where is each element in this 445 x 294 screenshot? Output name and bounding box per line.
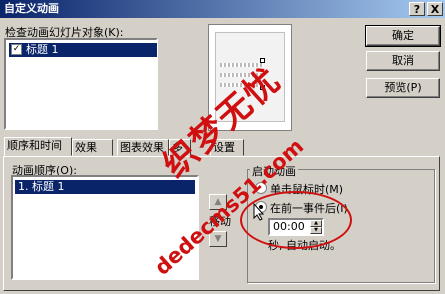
tab-order-timing[interactable]: 顺序和时间: [4, 137, 72, 156]
object-label: 标题 1: [26, 43, 59, 56]
list-item[interactable]: 1. 标题 1: [15, 180, 195, 194]
list-item[interactable]: ✓ 标题 1: [9, 43, 157, 57]
title-bar: 自定义动画: [0, 0, 445, 18]
mouse-cursor-icon: [253, 203, 265, 221]
cancel-button[interactable]: 取消: [366, 51, 440, 71]
preview-button[interactable]: 预览(P): [366, 78, 440, 98]
help-button[interactable]: ?: [409, 2, 425, 16]
ok-button[interactable]: 确定: [365, 25, 441, 47]
checkbox-checked-icon[interactable]: ✓: [11, 44, 22, 55]
objects-listbox[interactable]: ✓ 标题 1: [4, 38, 158, 130]
close-button[interactable]: X: [427, 2, 443, 16]
tab-effects[interactable]: 效果: [72, 139, 113, 156]
window-title: 自定义动画: [4, 2, 59, 15]
arrow-down-icon: ▼: [214, 234, 222, 244]
